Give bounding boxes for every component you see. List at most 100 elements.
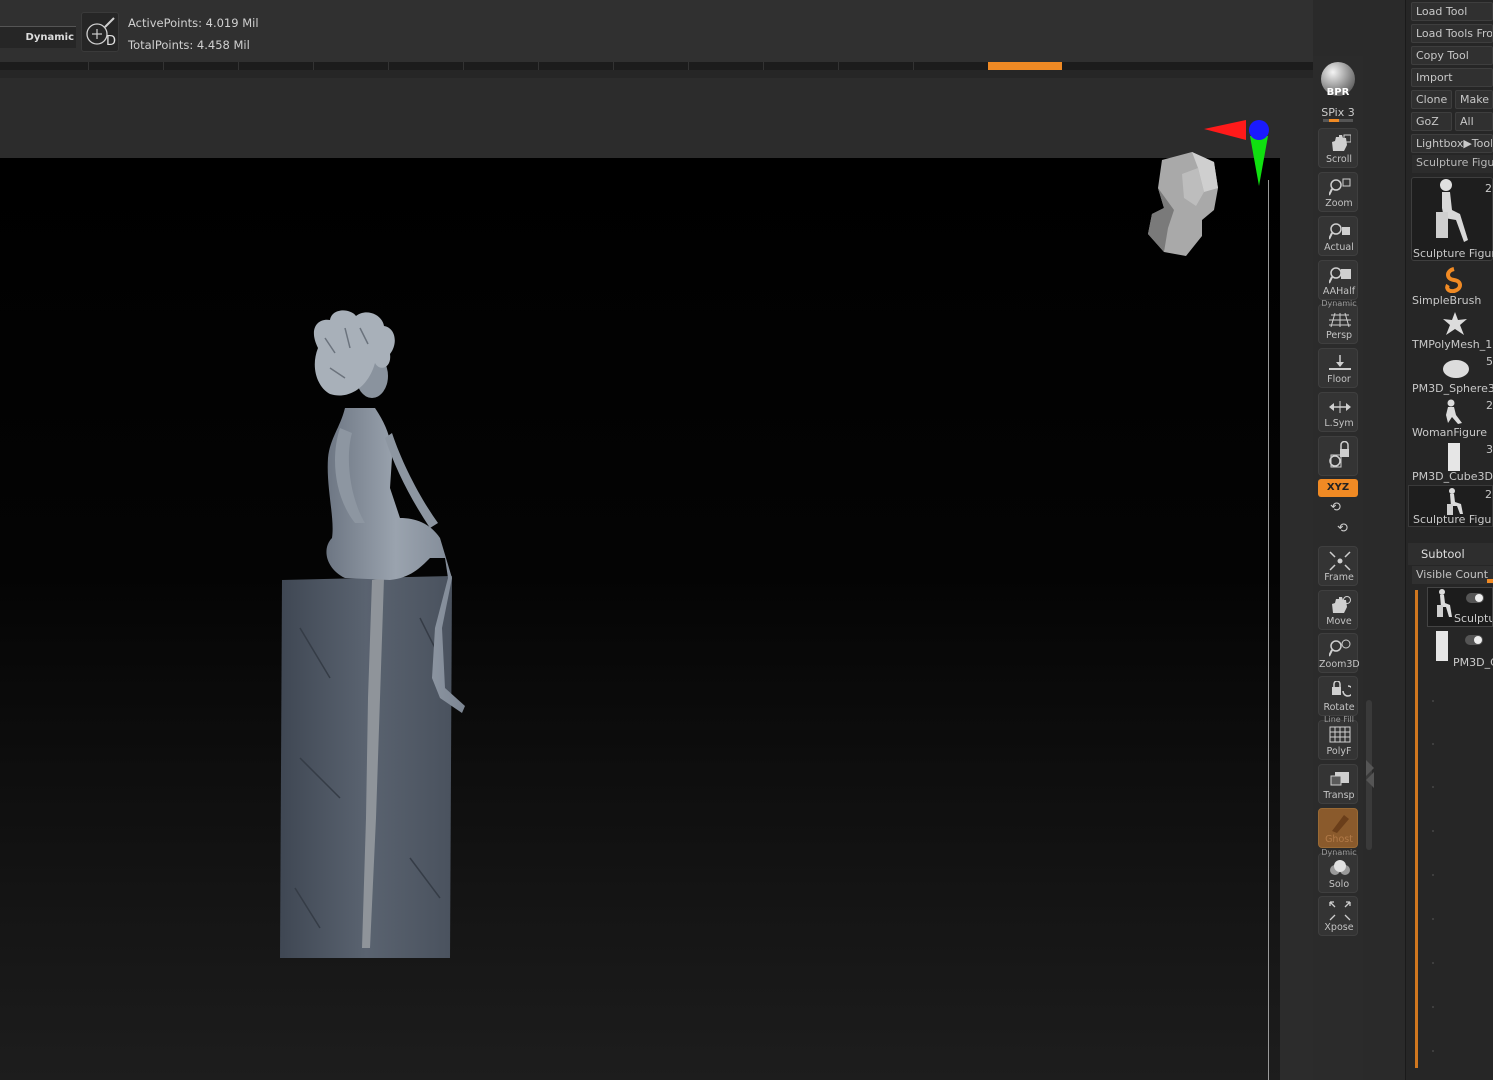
visibility-toggle[interactable] (1465, 635, 1483, 645)
lock-icon (1329, 441, 1349, 468)
hand-icon (1332, 596, 1351, 613)
scroll-button[interactable]: Scroll (1318, 128, 1358, 168)
current-tool-thumbnail[interactable]: 2 Sculpture Figure (1411, 177, 1493, 261)
spix-slider-track[interactable] (1323, 119, 1353, 122)
tool-tile-womanfigure[interactable]: 2 WomanFigure (1408, 397, 1493, 439)
floor-label: Floor (1327, 374, 1351, 385)
axis-gizmo[interactable] (1200, 118, 1270, 198)
import-button[interactable]: Import (1411, 68, 1493, 87)
visibility-toggle[interactable] (1466, 593, 1484, 603)
solo-label: Solo (1328, 879, 1350, 890)
tool-tile-label: PM3D_Sphere3D (1412, 382, 1493, 395)
frame-button[interactable]: Frame (1318, 546, 1358, 586)
dynamic-button-letter: D (106, 34, 117, 49)
copy-tool-button[interactable]: Copy Tool (1411, 46, 1493, 65)
tool-tile-label: Sculpture Figure (1413, 513, 1492, 526)
subtool-item-sculpture[interactable]: Sculpture Figure (1427, 587, 1493, 627)
timeline-marker[interactable] (988, 62, 1062, 70)
tray-separator (1363, 0, 1405, 1080)
make-polymesh-button[interactable]: Make (1455, 90, 1493, 109)
cube-icon (1448, 443, 1460, 471)
tray-collapse-arrow-icon[interactable] (1366, 772, 1374, 788)
tool-tile-count: 3 (1486, 443, 1493, 456)
load-tool-button[interactable]: Load Tool (1411, 2, 1493, 21)
solo-dynamic-label: Dynamic (1321, 848, 1357, 857)
bpr-button[interactable]: BPR (1319, 60, 1357, 100)
subtool-item-cube[interactable]: PM3D_Cube3D (1427, 630, 1493, 670)
xpose-label: Xpose (1324, 922, 1354, 933)
magnifier-icon (1329, 267, 1351, 284)
dynamic-subdiv-button[interactable]: D (81, 12, 119, 52)
lightbox-tools-button[interactable]: Lightbox▶Tools (1411, 134, 1493, 153)
magnifier-icon (1329, 223, 1350, 240)
clone-button[interactable]: Clone (1411, 90, 1452, 109)
goz-all-button[interactable]: All (1455, 112, 1493, 131)
persp-dynamic-label: Dynamic (1321, 299, 1357, 308)
point-stats: ActivePoints: 4.019 Mil TotalPoints: 4.4… (128, 12, 259, 56)
frame-icon (1329, 551, 1351, 571)
document-canvas[interactable] (0, 120, 1280, 1080)
ghost-button[interactable]: Ghost (1318, 808, 1358, 848)
solo-spheres-icon (1330, 860, 1350, 875)
tool-tile-tmpolymesh[interactable]: TMPolyMesh_1 (1408, 309, 1493, 351)
figure-icon (1446, 399, 1462, 424)
aahalf-button[interactable]: AAHalf (1318, 260, 1358, 300)
rotate-y-icon[interactable]: ⟲ (1330, 500, 1341, 515)
tool-tile-label: SimpleBrush (1412, 294, 1482, 307)
magnifier-icon (1329, 639, 1351, 657)
polyf-button[interactable]: Line Fill PolyF (1318, 715, 1358, 760)
persp-button[interactable]: Dynamic Persp (1318, 299, 1358, 344)
tool-tile-sculpture-figure[interactable]: 2 Sculpture Figure (1408, 485, 1493, 527)
top-toolbar: Dynamic D ActivePoints: 4.019 Mil TotalP… (0, 0, 1313, 62)
tool-tile-count: 2 (1485, 182, 1492, 195)
current-tool-name: Sculpture Figure (1412, 155, 1493, 173)
subtool-header[interactable]: Subtool (1408, 543, 1493, 565)
polyframe-grid-icon (1329, 726, 1351, 743)
canvas-top-margin (0, 78, 1280, 158)
subtool-scrollbar[interactable] (1415, 590, 1418, 1068)
scroll-label: Scroll (1325, 154, 1353, 165)
right-shelf: BPR SPix 3 Scroll Zoom Actual AAHalf Dyn… (1313, 56, 1363, 1080)
xyz-rotate-button[interactable]: XYZ (1318, 479, 1358, 497)
subtool-label: PM3D_Cube3D (1453, 656, 1493, 669)
local-lock-button[interactable] (1318, 436, 1358, 476)
toolbar-divider (0, 70, 1313, 78)
rotate-icon (1332, 681, 1351, 697)
tool-tile-sphere3d[interactable]: 5 PM3D_Sphere3D (1408, 353, 1493, 395)
tool-tile-label: Sculpture Figure (1413, 247, 1493, 260)
zoom-button[interactable]: Zoom (1318, 172, 1358, 212)
goz-button[interactable]: GoZ (1411, 112, 1452, 131)
cube-icon (1436, 631, 1448, 661)
visible-count-slider[interactable]: Visible Count (1412, 566, 1493, 584)
persp-label: Persp (1325, 330, 1353, 341)
solo-button[interactable]: Dynamic Solo (1318, 848, 1358, 893)
frame-label: Frame (1324, 572, 1354, 583)
ghost-label: Ghost (1325, 834, 1353, 845)
zoom3d-button[interactable]: Zoom3D (1318, 633, 1359, 673)
xpose-button[interactable]: Xpose (1318, 896, 1358, 936)
magnifier-icon (1329, 178, 1351, 196)
tool-tile-simplebrush[interactable]: SimpleBrush (1408, 265, 1493, 307)
transp-button[interactable]: Transp (1318, 764, 1358, 804)
tool-tile-cube3d[interactable]: 3 PM3D_Cube3D (1408, 441, 1493, 483)
bpr-label: BPR (1326, 87, 1350, 98)
floor-button[interactable]: Floor (1318, 348, 1358, 388)
rotate-z-icon[interactable]: ⟲ (1337, 521, 1348, 536)
timeline-track[interactable] (0, 62, 1313, 70)
transparency-icon (1330, 772, 1349, 786)
aahalf-label: AAHalf (1322, 286, 1356, 297)
visible-count-label: Visible Count (1416, 568, 1489, 581)
actual-button[interactable]: Actual (1318, 216, 1358, 256)
lsym-button[interactable]: L.Sym (1318, 392, 1358, 432)
zoom-label: Zoom (1325, 198, 1353, 209)
load-tools-from-button[interactable]: Load Tools From (1411, 24, 1493, 43)
zoom3d-label: Zoom3D (1319, 659, 1359, 670)
spix-slider[interactable]: SPix 3 (1318, 106, 1358, 119)
move-button[interactable]: Move (1318, 590, 1358, 630)
subtool-label: Sculpture Figure (1454, 612, 1492, 625)
sphere-icon (1443, 360, 1469, 378)
tool-tile-count: 5 (1486, 355, 1493, 368)
dynamic-subdiv-slider[interactable]: Dynamic (0, 26, 76, 48)
rotate-button[interactable]: Rotate (1318, 676, 1358, 716)
rotate-label: Rotate (1323, 702, 1355, 713)
